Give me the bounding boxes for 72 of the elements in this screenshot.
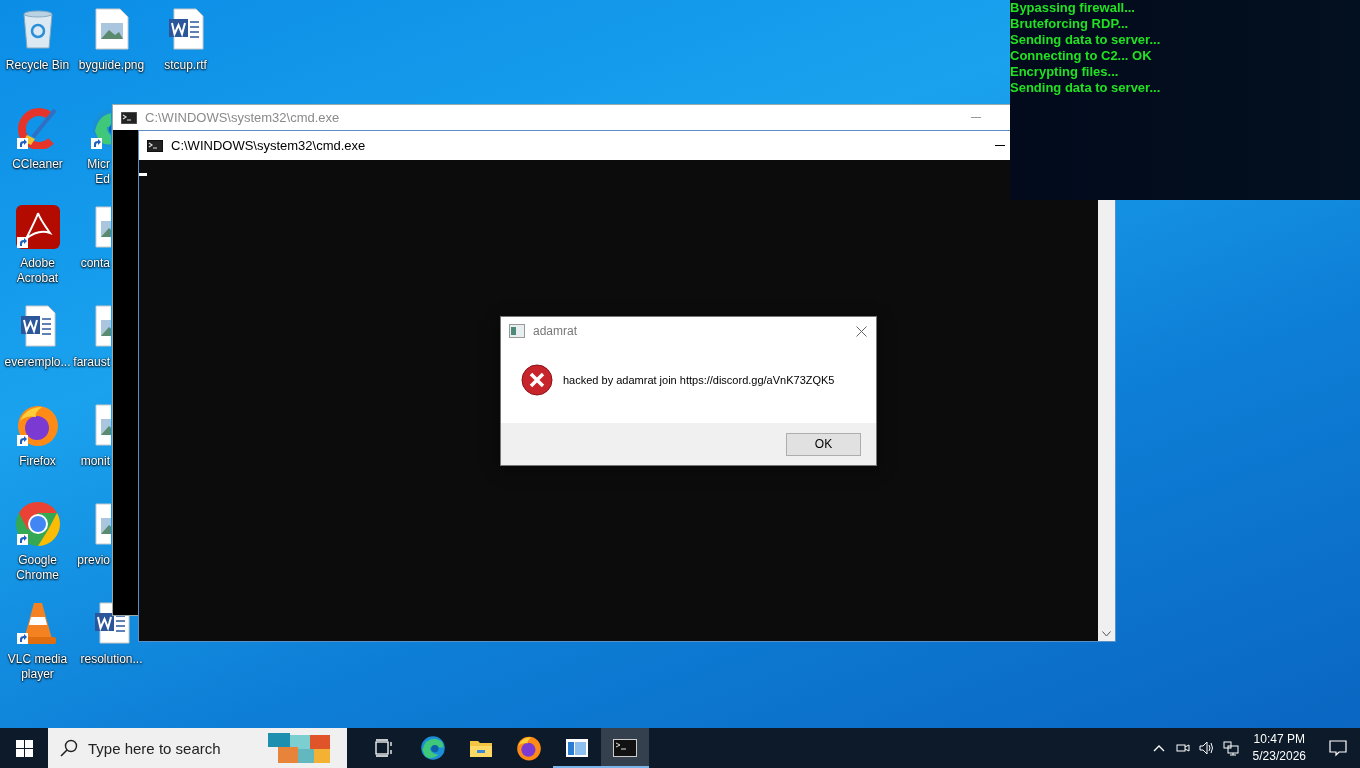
task-view-icon xyxy=(375,739,395,757)
minimize-icon xyxy=(971,117,981,118)
image-file-icon[interactable] xyxy=(94,503,111,545)
scroll-down-icon[interactable] xyxy=(1102,631,1111,637)
icon-label: Google xyxy=(18,553,57,568)
search-bar[interactable]: Type here to search xyxy=(48,728,347,768)
log-line: Bypassing firewall... xyxy=(1010,0,1136,16)
text-cursor xyxy=(139,173,147,176)
close-icon xyxy=(855,325,867,337)
search-input[interactable]: Type here to search xyxy=(88,739,258,757)
shortcut-arrow-icon xyxy=(16,435,28,446)
word-document-icon[interactable] xyxy=(19,305,56,347)
log-line: Connecting to C2... OK xyxy=(1010,48,1153,64)
image-file-icon[interactable] xyxy=(94,305,111,347)
fox-browser-icon xyxy=(516,735,542,761)
log-line: Sending data to server... xyxy=(1010,32,1162,48)
icon-label: everemplo... xyxy=(4,355,71,370)
window-title: C:\WINDOWS\system32\cmd.exe xyxy=(145,110,340,125)
clock-time: 10:47 PM xyxy=(1253,731,1305,748)
swirl-browser-icon xyxy=(420,735,446,761)
pdf-app-icon[interactable] xyxy=(15,205,60,249)
icon-label: byguide.png xyxy=(78,58,145,73)
log-line: Bruteforcing RDP... xyxy=(1010,16,1130,32)
circle-browser-icon[interactable] xyxy=(14,501,61,547)
shortcut-arrow-icon xyxy=(16,138,28,149)
clock[interactable]: 10:47 PM 5/23/2026 xyxy=(1242,731,1316,765)
puzzle-drawing xyxy=(268,731,332,765)
taskbar-button[interactable] xyxy=(601,728,649,768)
ok-button[interactable]: OK xyxy=(786,432,861,456)
minimize-icon xyxy=(995,145,1005,146)
word-document-icon[interactable] xyxy=(167,8,204,50)
shortcut-arrow-icon xyxy=(16,237,28,248)
console-icon xyxy=(121,111,137,124)
windows-icon xyxy=(15,739,33,757)
shortcut-arrow-icon xyxy=(90,138,102,149)
image-file-icon[interactable] xyxy=(94,404,111,446)
search-icon xyxy=(60,739,78,757)
icon-label: Ed xyxy=(95,172,110,187)
app-window-icon xyxy=(509,324,525,338)
image-file-icon[interactable] xyxy=(94,206,111,248)
icon-label: Micr xyxy=(87,157,110,172)
scrollbar[interactable] xyxy=(1098,200,1115,641)
icon-label: previo xyxy=(77,553,110,568)
icon-label: Recycle Bin xyxy=(5,58,70,73)
window-app-icon xyxy=(566,739,588,757)
icon-label: conta xyxy=(80,256,110,271)
fox-browser-icon[interactable] xyxy=(15,403,60,447)
icon-label: Chrome xyxy=(16,568,59,583)
clock-date: 5/23/2026 xyxy=(1252,748,1306,765)
icon-label: resolution... xyxy=(80,652,143,667)
log-line: Encrypting files... xyxy=(1010,64,1120,80)
icon-label: faraust xyxy=(73,355,110,370)
icon-label: monit xyxy=(80,454,110,469)
icon-label: stcup.rtf xyxy=(164,58,207,73)
icon-label: Firefox xyxy=(19,454,56,469)
log-line: Sending data to server... xyxy=(1010,80,1162,96)
icon-label: Acrobat xyxy=(16,271,59,286)
dialog-message: hacked by adamrat join https://discord.gg/aVnK73ZQK5 xyxy=(563,374,835,386)
console-icon xyxy=(147,139,163,152)
icon-label: player xyxy=(21,667,54,682)
dialog-title: adamrat xyxy=(533,324,578,338)
icon-label: VLC media xyxy=(7,652,68,667)
window-title: C:\WINDOWS\system32\cmd.exe xyxy=(171,138,366,153)
icon-label: Adobe xyxy=(20,256,55,271)
shortcut-arrow-icon xyxy=(16,633,28,644)
error-icon xyxy=(521,364,553,396)
icon-label: CCleaner xyxy=(12,157,63,172)
folder-icon xyxy=(469,738,493,758)
shortcut-arrow-icon xyxy=(16,534,28,545)
console-icon xyxy=(613,739,637,757)
speech-bubble-icon xyxy=(1329,739,1347,757)
image-file-icon[interactable] xyxy=(94,8,129,50)
